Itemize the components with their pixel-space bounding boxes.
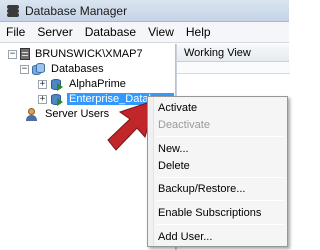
window-title: Database Manager <box>25 3 128 18</box>
server-icon <box>20 48 30 60</box>
menu-activate[interactable]: Activate <box>157 100 197 116</box>
menu-separator <box>157 200 285 201</box>
collapse-icon[interactable]: − <box>8 49 17 59</box>
menu-separator <box>157 224 285 225</box>
menu-view[interactable]: View <box>148 25 174 39</box>
tree-users-label: Server Users <box>45 108 110 120</box>
menu-file[interactable]: File <box>6 25 25 39</box>
databases-icon <box>32 62 46 76</box>
users-icon <box>26 107 40 121</box>
tree-server-label: BRUNSWICK\XMAP7 <box>35 48 143 60</box>
tree-item-server[interactable]: − BRUNSWICK\XMAP7 <box>8 47 145 61</box>
menu-server[interactable]: Server <box>37 25 72 39</box>
tree-item-server-users[interactable]: Server Users <box>26 107 111 121</box>
title-bar: Database Manager <box>0 0 289 22</box>
expand-icon[interactable]: + <box>38 79 47 89</box>
tree-item-databases[interactable]: − Databases <box>20 62 106 76</box>
collapse-icon[interactable]: − <box>20 64 29 74</box>
menu-help[interactable]: Help <box>186 25 211 39</box>
menu-separator <box>157 136 285 137</box>
menu-delete[interactable]: Delete <box>157 158 190 174</box>
menu-database[interactable]: Database <box>85 25 136 39</box>
expand-icon[interactable]: + <box>38 94 47 104</box>
working-view-subheader <box>177 62 290 74</box>
tree-db1-label: AlphaPrime <box>69 78 126 90</box>
menu-add-user[interactable]: Add User... <box>157 229 212 245</box>
menu-enable-subscriptions[interactable]: Enable Subscriptions <box>157 205 261 221</box>
menu-bar: File Server Database View Help <box>0 22 289 43</box>
database-app-icon <box>6 4 20 18</box>
tree-item-alphaprime[interactable]: + AlphaPrime <box>38 77 128 91</box>
context-menu-gutter <box>148 97 154 246</box>
database-icon <box>50 78 64 91</box>
menu-backup-restore[interactable]: Backup/Restore... <box>157 181 245 197</box>
context-menu: Activate Deactivate New... Delete Backup… <box>147 96 288 247</box>
menu-new[interactable]: New... <box>157 141 189 157</box>
database-icon <box>50 93 64 106</box>
menu-deactivate: Deactivate <box>158 119 210 131</box>
menu-separator <box>157 177 285 178</box>
working-view-header: Working View <box>177 44 289 62</box>
tree-databases-label: Databases <box>51 63 104 75</box>
